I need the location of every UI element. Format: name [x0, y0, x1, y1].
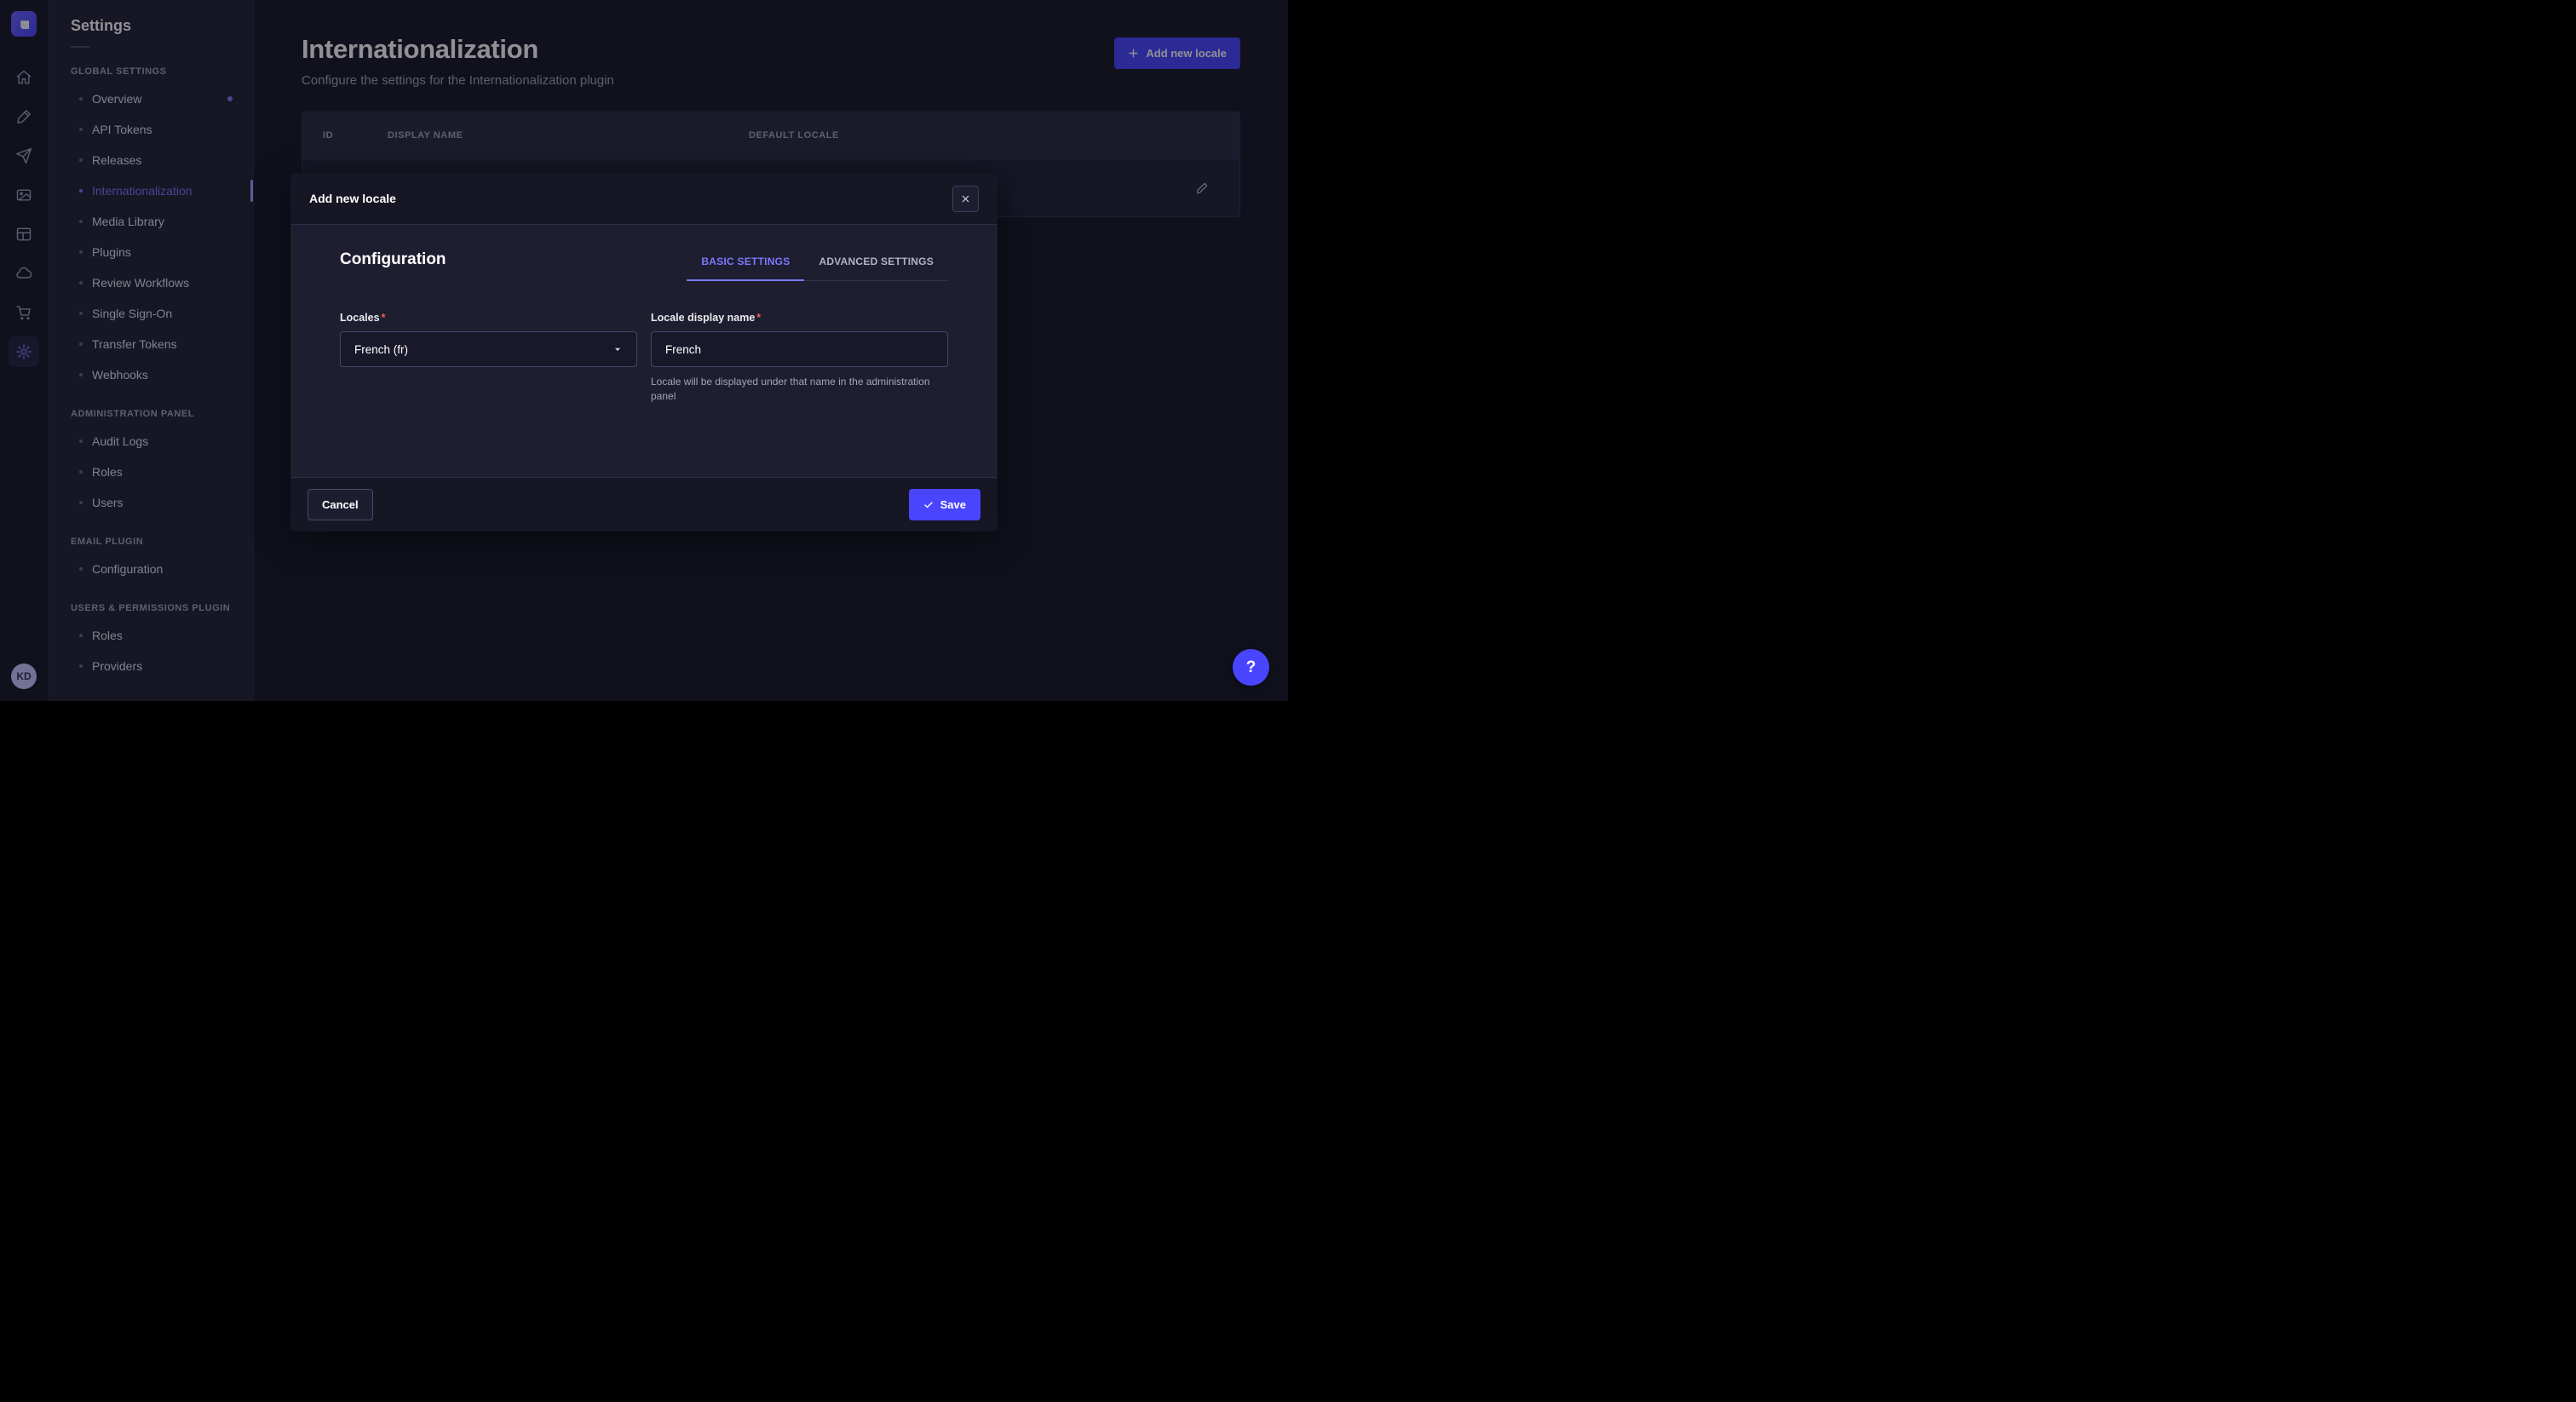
locales-select[interactable]: French (fr) [340, 331, 637, 367]
add-new-locale-modal: Add new locale Configuration BASIC SETTI… [290, 173, 998, 531]
modal-title: Add new locale [309, 192, 396, 205]
save-button[interactable]: Save [909, 489, 980, 520]
locales-select-value: French (fr) [354, 343, 408, 356]
locales-label-text: Locales [340, 312, 380, 324]
modal-close-button[interactable] [952, 186, 979, 212]
modal-body: Configuration BASIC SETTINGS ADVANCED SE… [290, 225, 998, 477]
close-icon [961, 194, 970, 204]
display-name-label-text: Locale display name [651, 312, 755, 324]
display-name-hint: Locale will be displayed under that name… [651, 375, 936, 404]
locales-field: Locales* French (fr) [340, 312, 637, 404]
modal-header: Add new locale [290, 173, 998, 225]
chevron-down-icon [612, 344, 623, 354]
question-mark-icon: ? [1246, 658, 1256, 677]
tab-advanced-settings[interactable]: ADVANCED SETTINGS [804, 256, 948, 280]
modal-footer: Cancel Save [290, 477, 998, 531]
app-window: KD Settings GLOBAL SETTINGS Overview API… [0, 0, 1288, 701]
save-button-label: Save [940, 498, 966, 511]
settings-tabs: BASIC SETTINGS ADVANCED SETTINGS [687, 256, 948, 281]
check-icon [923, 500, 934, 510]
help-button[interactable]: ? [1233, 649, 1269, 686]
required-asterisk: * [756, 312, 761, 324]
display-name-input[interactable] [651, 331, 948, 367]
required-asterisk: * [382, 312, 386, 324]
configuration-heading: Configuration [340, 250, 446, 281]
display-name-label: Locale display name* [651, 312, 948, 324]
display-name-field: Locale display name* Locale will be disp… [651, 312, 948, 404]
locales-label: Locales* [340, 312, 637, 324]
cancel-button[interactable]: Cancel [308, 489, 373, 520]
tab-basic-settings[interactable]: BASIC SETTINGS [687, 256, 804, 280]
